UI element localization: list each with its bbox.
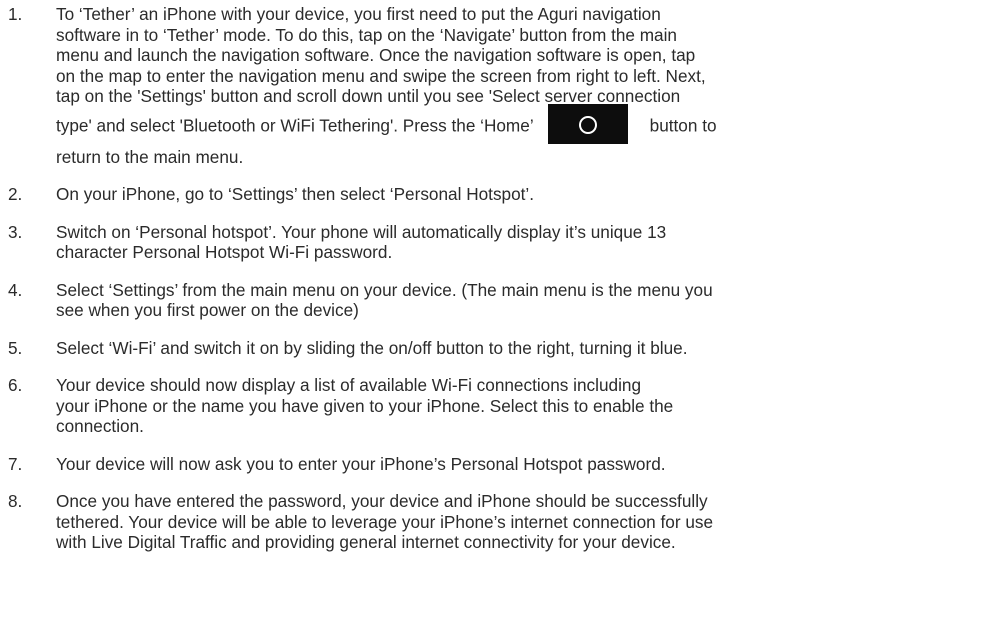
step-line-with-icon: type' and select 'Bluetooth or WiFi Teth…	[56, 103, 971, 147]
step-number: 3.	[8, 221, 23, 242]
step-1: 1. To ‘Tether’ an iPhone with your devic…	[8, 4, 981, 167]
step-line: character Personal Hotspot Wi-Fi passwor…	[56, 242, 393, 262]
step-line: connection.	[56, 416, 144, 436]
step-line: on the map to enter the navigation menu …	[56, 65, 706, 86]
step-6: 6. Your device should now display a list…	[8, 375, 981, 437]
step-3: 3. Switch on ‘Personal hotspot’. Your ph…	[8, 222, 981, 263]
tethering-steps-list: 1. To ‘Tether’ an iPhone with your devic…	[8, 4, 981, 553]
step-line: your iPhone or the name you have given t…	[56, 395, 674, 416]
step-line: Once you have entered the password, your…	[56, 491, 708, 511]
step-line: software in to ‘Tether’ mode. To do this…	[56, 24, 677, 45]
step-number: 4.	[8, 279, 23, 300]
step-text: On your iPhone, go to ‘Settings’ then se…	[56, 184, 971, 205]
step-5: 5. Select ‘Wi-Fi’ and switch it on by sl…	[8, 338, 981, 359]
step-line: Switch on ‘Personal hotspot’. Your phone…	[56, 221, 667, 242]
step-4: 4. Select ‘Settings’ from the main menu …	[8, 280, 981, 321]
step-number: 7.	[8, 453, 23, 474]
step-number: 8.	[8, 491, 23, 511]
home-button-icon	[547, 103, 628, 144]
step-text: Once you have entered the password, your…	[56, 491, 971, 553]
step-line: tethered. Your device will be able to le…	[56, 511, 714, 532]
step-line: see when you first power on the device)	[56, 300, 359, 320]
step-text: Your device should now display a list of…	[56, 375, 971, 437]
step-text: Select ‘Wi-Fi’ and switch it on by slidi…	[56, 338, 971, 359]
step-line: To ‘Tether’ an iPhone with your device, …	[56, 4, 661, 24]
step-line-segment: button to	[649, 115, 717, 136]
step-7: 7. Your device will now ask you to enter…	[8, 454, 981, 475]
step-text: Switch on ‘Personal hotspot’. Your phone…	[56, 222, 971, 263]
step-line: tap on the 'Settings' button and scroll …	[56, 86, 681, 106]
step-line: Your device will now ask you to enter yo…	[56, 453, 666, 474]
home-ring-icon	[578, 115, 597, 134]
step-line: Select ‘Wi-Fi’ and switch it on by slidi…	[56, 337, 688, 358]
step-number: 5.	[8, 337, 23, 358]
step-line: On your iPhone, go to ‘Settings’ then se…	[56, 184, 535, 204]
step-line: Your device should now display a list of…	[56, 375, 642, 395]
step-number: 6.	[8, 375, 23, 395]
step-2: 2. On your iPhone, go to ‘Settings’ then…	[8, 184, 981, 205]
step-line-segment: type' and select 'Bluetooth or WiFi Teth…	[56, 115, 534, 136]
step-line: Select ‘Settings’ from the main menu on …	[56, 279, 713, 300]
step-number: 2.	[8, 184, 23, 204]
step-text: Your device will now ask you to enter yo…	[56, 454, 971, 475]
step-text: Select ‘Settings’ from the main menu on …	[56, 280, 971, 321]
step-8: 8. Once you have entered the password, y…	[8, 491, 981, 553]
step-number: 1.	[8, 4, 23, 24]
step-line: return to the main menu.	[56, 146, 244, 167]
instructions-document: 1. To ‘Tether’ an iPhone with your devic…	[0, 0, 981, 641]
step-text: To ‘Tether’ an iPhone with your device, …	[56, 4, 971, 167]
step-line: menu and launch the navigation software.…	[56, 45, 696, 65]
step-line: with Live Digital Traffic and providing …	[56, 532, 676, 552]
